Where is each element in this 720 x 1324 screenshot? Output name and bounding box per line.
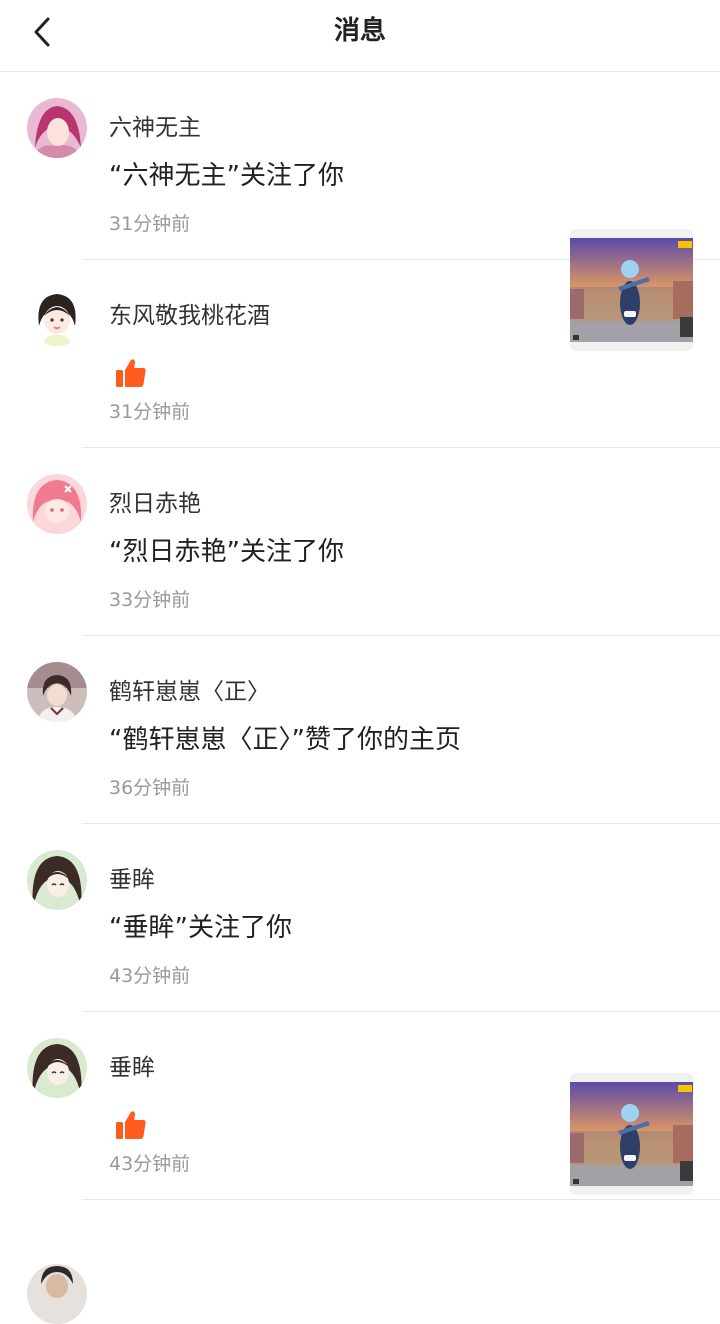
avatar[interactable] bbox=[27, 98, 87, 158]
avatar[interactable] bbox=[27, 1264, 87, 1324]
timestamp: 43分钟前 bbox=[109, 965, 191, 987]
timestamp: 31分钟前 bbox=[109, 401, 191, 423]
post-thumbnail[interactable] bbox=[570, 1073, 693, 1195]
avatar[interactable] bbox=[27, 286, 87, 346]
message-text: “六神无主”关注了你 bbox=[109, 161, 344, 191]
nickname[interactable]: 垂眸 bbox=[109, 864, 155, 896]
nickname[interactable]: 烈日赤艳 bbox=[109, 488, 201, 520]
avatar[interactable] bbox=[27, 1038, 87, 1098]
nickname[interactable]: 鹤轩崽崽〈正〉 bbox=[109, 676, 270, 708]
timestamp: 36分钟前 bbox=[109, 777, 191, 799]
timestamp: 31分钟前 bbox=[109, 213, 191, 235]
thumbs-up-icon bbox=[116, 1111, 146, 1139]
top-bar: 消息 bbox=[0, 0, 720, 72]
avatar[interactable] bbox=[27, 662, 87, 722]
message-text: “鹤轩崽崽〈正〉”赞了你的主页 bbox=[109, 725, 461, 755]
nickname[interactable]: 垂眸 bbox=[109, 1052, 155, 1084]
message-text: “垂眸”关注了你 bbox=[109, 913, 292, 943]
post-thumbnail[interactable] bbox=[570, 229, 693, 351]
list-item[interactable]: 烈日赤艳 “烈日赤艳”关注了你 33分钟前 bbox=[0, 448, 720, 636]
timestamp: 43分钟前 bbox=[109, 1153, 191, 1175]
timestamp: 33分钟前 bbox=[109, 589, 191, 611]
avatar[interactable] bbox=[27, 474, 87, 534]
divider bbox=[82, 1199, 720, 1200]
nickname[interactable]: 东风敬我桃花酒 bbox=[109, 300, 270, 332]
page-title: 消息 bbox=[333, 16, 386, 46]
avatar[interactable] bbox=[27, 850, 87, 910]
message-text: “烈日赤艳”关注了你 bbox=[109, 537, 344, 567]
nickname[interactable]: 六神无主 bbox=[109, 112, 201, 144]
thumbs-up-icon bbox=[116, 359, 146, 387]
list-item[interactable]: 垂眸 “垂眸”关注了你 43分钟前 bbox=[0, 824, 720, 1012]
list-item[interactable]: 鹤轩崽崽〈正〉 “鹤轩崽崽〈正〉”赞了你的主页 36分钟前 bbox=[0, 636, 720, 824]
